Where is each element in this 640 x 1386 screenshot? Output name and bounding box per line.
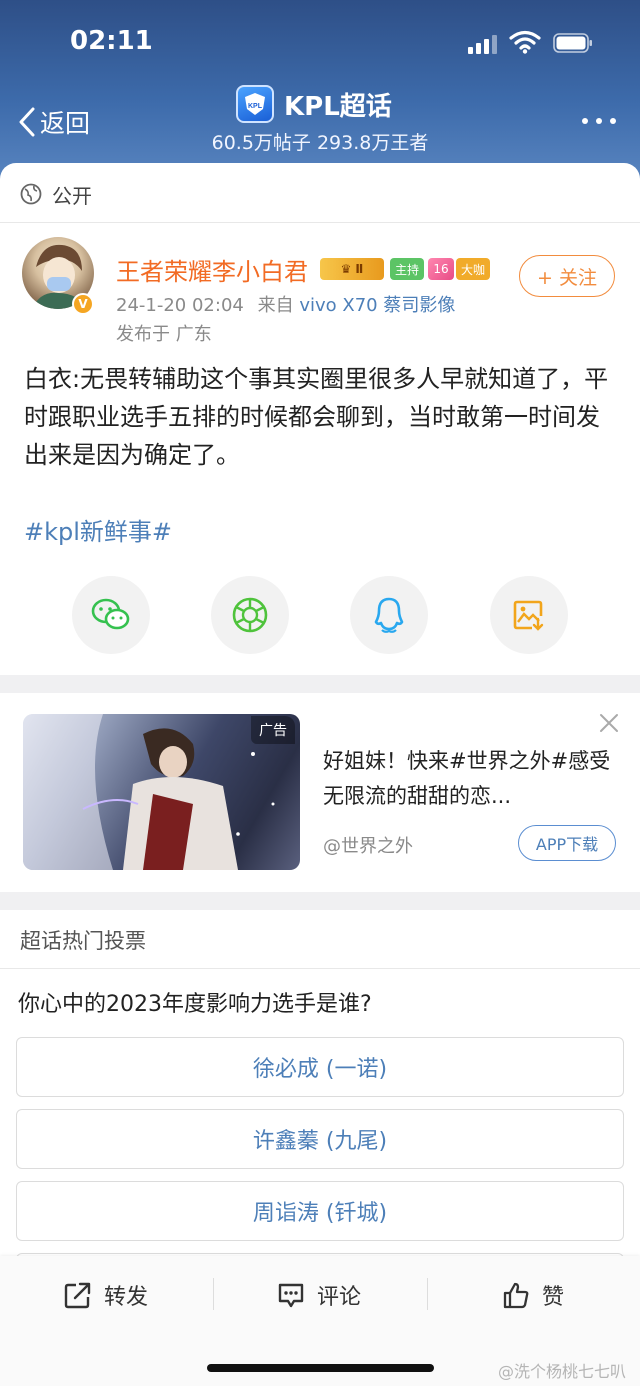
- visibility-label: 公开: [52, 183, 92, 208]
- wechat-icon: [91, 598, 130, 630]
- vip-badge: 大咖: [456, 258, 490, 280]
- share-wechat-button[interactable]: [72, 576, 150, 654]
- home-indicator[interactable]: [207, 1364, 434, 1372]
- share-qq-button[interactable]: [350, 576, 428, 654]
- qq-icon: [374, 597, 404, 633]
- crown-icon: ♛: [340, 262, 352, 276]
- comment-label: 评论: [317, 1285, 362, 1310]
- fan-level-badge: 16: [428, 258, 454, 280]
- follow-button[interactable]: + 关注: [519, 255, 615, 297]
- ad-tag: 广告: [251, 716, 295, 744]
- visibility-row: 公开: [20, 178, 92, 210]
- watermark: @洗个杨桃七七叭: [498, 1362, 627, 1381]
- post-content: 白衣:无畏转辅助这个事其实圈里很多人早就知道了，平时跟职业选手五排的时候都会聊到…: [24, 365, 609, 469]
- share-icon: [64, 1282, 91, 1309]
- repost-label: 转发: [104, 1285, 149, 1310]
- like-button[interactable]: 赞: [502, 1278, 564, 1312]
- topic-title: KPL KPL超话: [236, 84, 392, 124]
- ad-text[interactable]: 好姐妹！快来#世界之外#感受无限流的甜甜的恋...: [323, 744, 613, 814]
- host-badge: 主持: [390, 258, 424, 280]
- topic-stats: 60.5万帖子 293.8万王者: [211, 132, 429, 154]
- battery-icon: [553, 33, 592, 53]
- close-icon[interactable]: [598, 712, 620, 734]
- wifi-icon: [509, 30, 541, 54]
- level-badge: ♛ Ⅱ: [320, 258, 384, 280]
- kpl-logo-icon: KPL: [236, 85, 274, 123]
- vote-section-title: 超话热门投票: [20, 929, 146, 953]
- repost-button[interactable]: 转发: [64, 1278, 148, 1312]
- post-location: 发布于 广东: [116, 324, 212, 345]
- share-moments-button[interactable]: [211, 576, 289, 654]
- post-meta: 24-1-20 02:04 来自 vivo X70 蔡司影像: [116, 291, 455, 317]
- divider: [213, 1278, 214, 1310]
- ad-source[interactable]: @世界之外: [323, 832, 413, 858]
- globe-icon: [20, 183, 42, 205]
- hashtag-link[interactable]: #kpl新鲜事#: [24, 512, 172, 547]
- source-prefix: 来自: [257, 295, 294, 316]
- status-time: 02:11: [70, 26, 153, 56]
- comment-button[interactable]: 评论: [277, 1278, 361, 1312]
- more-button[interactable]: [580, 105, 618, 135]
- save-image-icon: [513, 600, 544, 631]
- vote-option[interactable]: 许鑫蓁 (九尾): [16, 1109, 624, 1169]
- topic-title-text: KPL超话: [284, 91, 392, 122]
- divider: [427, 1278, 428, 1310]
- vote-option[interactable]: 徐必成 (一诺): [16, 1037, 624, 1097]
- svg-text:KPL: KPL: [248, 103, 263, 110]
- comment-icon: [278, 1283, 304, 1308]
- divider: [0, 968, 640, 969]
- vote-option[interactable]: 周诣涛 (钎城): [16, 1181, 624, 1241]
- thumbs-up-icon: [503, 1282, 529, 1309]
- divider: [0, 222, 640, 223]
- verified-badge-icon: V: [72, 293, 94, 315]
- like-label: 赞: [542, 1285, 565, 1310]
- cellular-signal-icon: [468, 34, 498, 54]
- vote-question: 你心中的2023年度影响力选手是谁?: [18, 992, 372, 1017]
- app-download-button[interactable]: APP下载: [518, 825, 616, 861]
- author-name[interactable]: 王者荣耀李小白君: [116, 252, 308, 287]
- save-image-button[interactable]: [490, 576, 568, 654]
- source-device-link[interactable]: vivo X70 蔡司影像: [299, 295, 455, 316]
- post-timestamp: 24-1-20 02:04: [116, 295, 244, 316]
- moments-icon: [232, 597, 268, 633]
